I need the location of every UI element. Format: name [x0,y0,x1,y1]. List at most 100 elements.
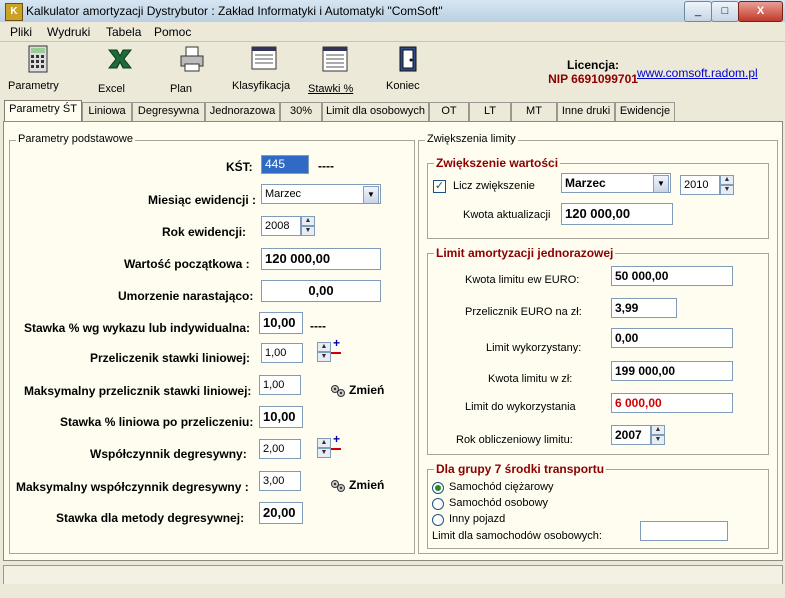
tab-ot[interactable]: OT [429,102,469,121]
stawka-input[interactable]: 10,00 [259,312,303,334]
inny-pojazd-label: Inny pojazd [449,513,506,525]
spin-down-icon[interactable]: ▼ [301,226,315,236]
menu-pomoc[interactable]: Pomoc [154,25,191,39]
zwiekszenie-wartosci-title: Zwiększenie wartości [434,156,561,170]
menu-pliki[interactable]: Pliki [10,25,32,39]
maximize-button[interactable]: □ [711,1,739,22]
wspolczynnik-input[interactable]: 2,00 [259,439,301,459]
parametry-button[interactable]: Parametry [8,44,68,92]
limit-wykorzystany-input[interactable]: 0,00 [611,328,733,348]
tab-mt[interactable]: MT [511,102,557,121]
spin-up-icon[interactable]: ▲ [720,175,734,185]
wartosc-poczatkowa-label: Wartość początkowa : [124,257,250,271]
rok-ewidencji-spinner[interactable]: ▲ ▼ [301,216,315,236]
kwota-aktualizacji-label: Kwota aktualizacji [463,209,551,221]
zmien-wspolczynnik-label: Zmień [349,478,385,492]
samochod-osobowy-radio[interactable] [432,498,444,510]
plan-button[interactable]: Plan [170,44,214,95]
menu-wydruki[interactable]: Wydruki [47,25,90,39]
zmien-wspolczynnik-button[interactable]: Zmień [330,478,384,493]
licz-zwiekszenie-checkbox[interactable]: ✓ [433,180,446,193]
tab-limit-osobowych[interactable]: Limit dla osobowych [322,102,429,121]
calculator-icon [28,45,48,73]
stawka-po-przeliczeniu-input[interactable]: 10,00 [259,406,303,428]
licz-zwiekszenie-label: Licz zwiększenie [453,180,535,192]
spin-down-icon[interactable]: ▼ [651,435,665,445]
zmien-przelicznik-button[interactable]: Zmień [330,383,384,398]
rok-obliczeniowy-input[interactable]: 2007 [611,425,651,445]
umorzenie-input[interactable]: 0,00 [261,280,381,302]
rok-obliczeniowy-spinner[interactable]: ▲ ▼ [651,425,665,445]
website-link[interactable]: www.comsoft.radom.pl [637,66,758,80]
stawka-description: ---- [310,319,326,333]
kwota-limitu-euro-input[interactable]: 50 000,00 [611,266,733,286]
rok-obliczeniowy-label: Rok obliczeniowy limitu: [456,434,573,446]
samochod-ciezarowy-radio[interactable] [432,482,444,494]
zmien-przelicznik-label: Zmień [349,383,385,397]
spin-up-icon[interactable]: ▲ [317,342,331,352]
stawki-button[interactable]: Stawki % [308,44,362,95]
max-wspolczynnik-input[interactable]: 3,00 [259,471,301,491]
stawka-po-przeliczeniu-label: Stawka % liniowa po przeliczeniu: [60,415,254,429]
zwiekszenie-miesiac-select[interactable]: Marzec ▼ [561,173,671,193]
stawka-degresywna-label: Stawka dla metody degresywnej: [56,511,245,525]
max-przelicznik-input[interactable]: 1,00 [259,375,301,395]
tab-liniowa[interactable]: Liniowa [82,102,132,121]
tab-jednorazowa[interactable]: Jednorazowa [205,102,280,121]
koniec-label: Koniec [386,80,420,92]
tab-degresywna[interactable]: Degresywna [132,102,205,121]
klasyfikacja-button[interactable]: Klasyfikacja [232,44,296,92]
gears-icon [331,479,345,492]
spin-up-icon[interactable]: ▲ [651,425,665,435]
miesiac-ewidencji-label: Miesiąc ewidencji : [148,193,257,207]
stawka-degresywna-input[interactable]: 20,00 [259,502,303,524]
minimize-button[interactable]: _ [684,1,712,22]
inny-pojazd-radio[interactable] [432,514,444,526]
spin-up-icon[interactable]: ▲ [317,438,331,448]
parametry-podstawowe-group: Parametry podstawowe KŚT: 445 ---- Miesi… [9,133,415,554]
tab-strip: Parametry ŚT Liniowa Degresywna Jednoraz… [0,100,785,122]
tab-inne-druki[interactable]: Inne druki [557,102,615,121]
grupa-7-group: Dla grupy 7 środki transportu Samochód c… [427,462,769,549]
limit-do-wykorzystania-input[interactable]: 6 000,00 [611,393,733,413]
spin-down-icon[interactable]: ▼ [720,185,734,195]
exit-door-icon [399,46,417,72]
tab-parametry-st[interactable]: Parametry ŚT [4,100,82,122]
spin-up-icon[interactable]: ▲ [301,216,315,226]
wartosc-poczatkowa-input[interactable]: 120 000,00 [261,248,381,270]
status-bar [3,565,783,585]
kst-input[interactable]: 445 [261,155,309,174]
limit-wykorzystany-label: Limit wykorzystany: [486,342,582,354]
spin-down-icon[interactable]: ▼ [317,352,331,362]
limit-samochodow-input[interactable] [640,521,728,541]
miesiac-ewidencji-select[interactable]: Marzec ▼ [261,184,381,204]
plus-icon: + [333,336,341,350]
koniec-button[interactable]: Koniec [386,44,430,92]
kwota-limitu-zl-input[interactable]: 199 000,00 [611,361,733,381]
kst-label: KŚT: [226,160,253,174]
tab-ewidencje[interactable]: Ewidencje [615,102,675,121]
app-icon: K [5,3,23,21]
tab-lt[interactable]: LT [469,102,511,121]
close-button[interactable]: X [738,1,783,22]
przelicznik-euro-input[interactable]: 3,99 [611,298,677,318]
spin-down-icon[interactable]: ▼ [317,448,331,458]
excel-button[interactable]: Excel [98,44,142,95]
zwiekszenie-rok-spinner[interactable]: ▲ ▼ [720,175,734,195]
zwiekszenie-rok-input[interactable]: 2010 [680,175,720,195]
chevron-down-icon[interactable]: ▼ [653,175,669,192]
wspolczynnik-spinner[interactable]: ▲ ▼ [317,438,331,458]
przelicznik-spinner[interactable]: ▲ ▼ [317,342,331,362]
stawki-label: Stawki % [308,83,354,95]
app-window: K Kalkulator amortyzacji Dystrybutor : Z… [0,0,785,598]
przelicznik-input[interactable]: 1,00 [261,343,303,363]
tab-30-procent[interactable]: 30% [280,102,322,121]
rok-ewidencji-input[interactable]: 2008 [261,216,301,236]
zwiekszenie-wartosci-group: Zwiększenie wartości ✓ Licz zwiększenie … [427,156,769,239]
samochod-ciezarowy-label: Samochód ciężarowy [449,481,554,493]
chevron-down-icon[interactable]: ▼ [363,186,379,203]
grupa-7-title: Dla grupy 7 środki transportu [434,462,607,476]
menu-tabela[interactable]: Tabela [106,25,141,39]
kwota-aktualizacji-input[interactable]: 120 000,00 [561,203,673,225]
window-list-icon [251,46,277,70]
